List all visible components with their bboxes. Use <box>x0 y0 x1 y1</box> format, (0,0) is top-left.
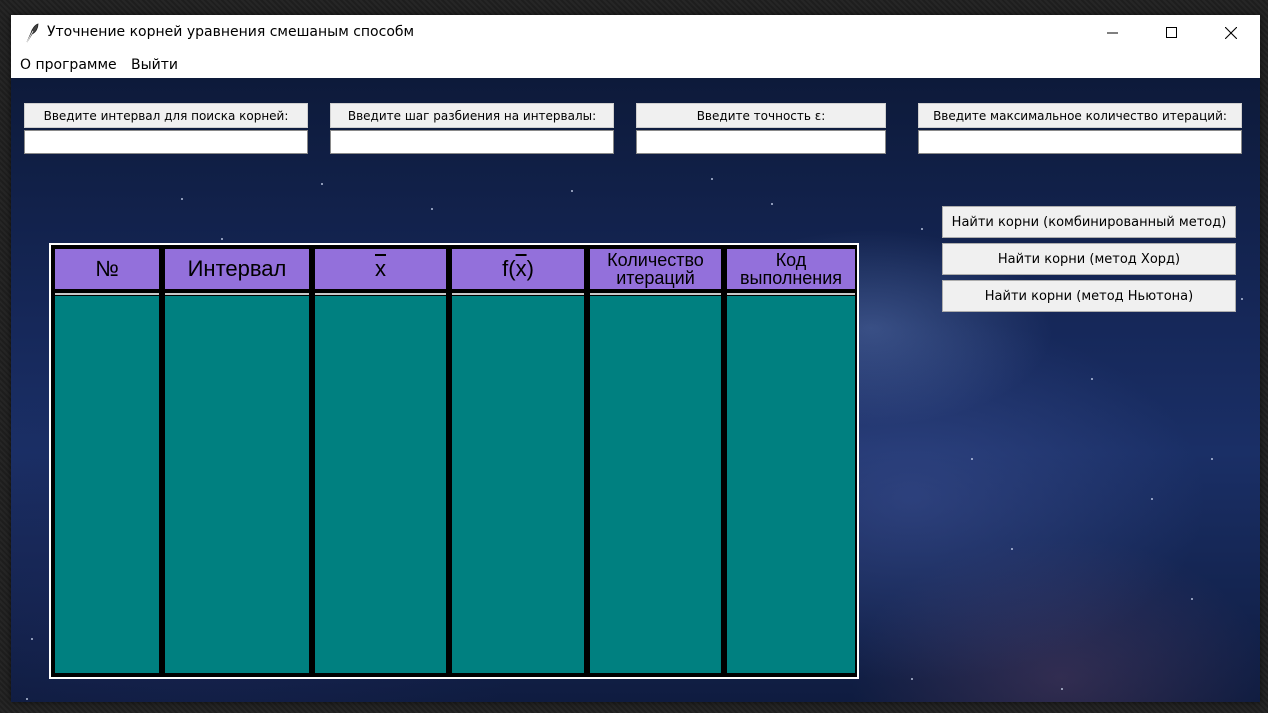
feather-icon <box>23 23 41 43</box>
iterations-header-line1: Количество <box>607 250 704 270</box>
exit-code-header-line1: Код <box>775 250 807 270</box>
fx-suffix: ) <box>526 256 534 281</box>
column-header-iterations: Количество итераций <box>590 249 721 289</box>
column-header-number: № <box>55 249 159 289</box>
main-panel: Введите интервал для поиска корней: Введ… <box>11 78 1260 702</box>
find-roots-combined-button[interactable]: Найти корни (комбинированный метод) <box>942 206 1236 238</box>
column-body-interval <box>165 296 309 673</box>
column-header-fx: f(x) <box>452 249 584 289</box>
precision-label: Введите точность ε: <box>636 103 886 128</box>
iterations-header-line2: итераций <box>616 268 695 288</box>
step-input[interactable] <box>330 130 614 154</box>
interval-label: Введите интервал для поиска корней: <box>24 103 308 128</box>
exit-code-header-line2: выполнения <box>739 268 843 288</box>
close-button[interactable] <box>1202 15 1260 51</box>
precision-input[interactable] <box>636 130 886 154</box>
minimize-icon <box>1107 24 1119 43</box>
app-window: Уточнение корней уравнения смешаным спос… <box>11 15 1260 702</box>
column-body-x <box>315 296 446 673</box>
column-body-number <box>55 296 159 673</box>
menu-bar: О программе Выйти <box>11 51 1260 78</box>
x-bar-label: x <box>375 256 386 281</box>
menu-item-exit[interactable]: Выйти <box>131 57 178 73</box>
find-roots-chord-button[interactable]: Найти корни (метод Хорд) <box>942 243 1236 275</box>
maximize-button[interactable] <box>1143 15 1201 51</box>
fx-prefix: f( <box>502 256 516 281</box>
close-icon <box>1224 24 1238 43</box>
minimize-button[interactable] <box>1084 15 1142 51</box>
title-bar[interactable]: Уточнение корней уравнения смешаным спос… <box>11 15 1260 51</box>
max-iterations-label: Введите максимальное количество итераций… <box>918 103 1242 128</box>
column-header-x: x <box>315 249 446 289</box>
menu-item-about[interactable]: О программе <box>20 57 117 73</box>
find-roots-newton-button[interactable]: Найти корни (метод Ньютона) <box>942 280 1236 312</box>
column-body-iterations <box>590 296 721 673</box>
results-table: № Интервал x f(x) Количество итераций К… <box>49 243 859 679</box>
column-body-exit-code <box>727 296 855 673</box>
maximize-icon <box>1166 24 1178 43</box>
column-header-exit-code: Код выполнения <box>727 249 855 289</box>
column-body-fx <box>452 296 584 673</box>
interval-input[interactable] <box>24 130 308 154</box>
step-label: Введите шаг разбиения на интервалы: <box>330 103 614 128</box>
column-header-interval: Интервал <box>165 249 309 289</box>
fx-var: x <box>515 256 527 281</box>
max-iterations-input[interactable] <box>918 130 1242 154</box>
window-title: Уточнение корней уравнения смешаным спос… <box>47 24 415 40</box>
